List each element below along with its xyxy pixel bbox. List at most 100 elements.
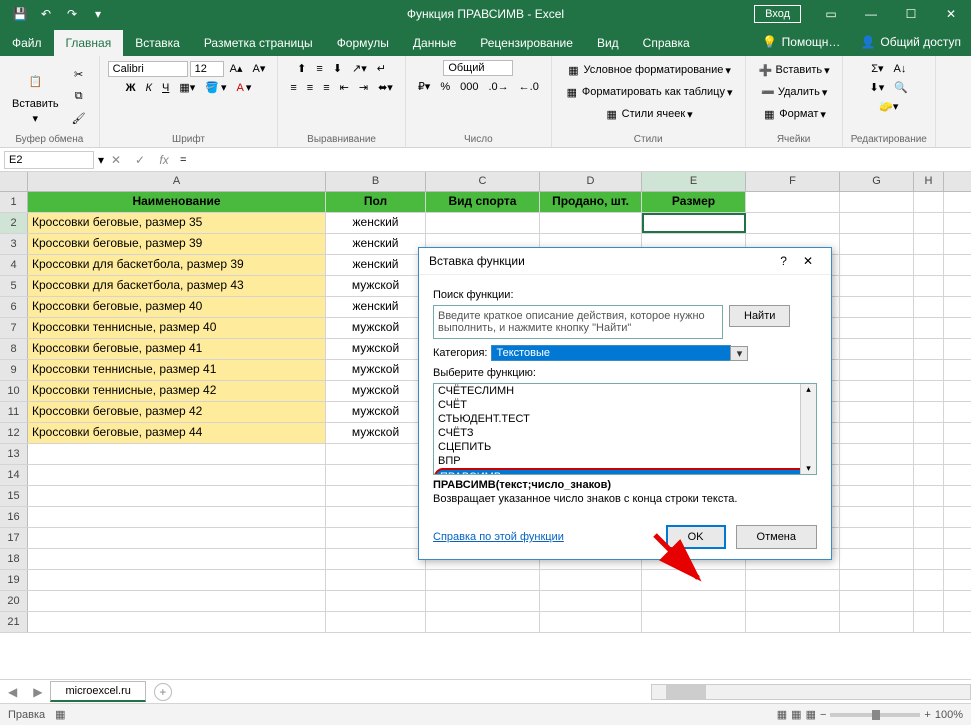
- tab-insert[interactable]: Вставка: [123, 30, 192, 56]
- cell[interactable]: женский: [326, 255, 426, 275]
- cell[interactable]: [840, 402, 914, 422]
- cell[interactable]: [914, 339, 944, 359]
- function-list-item[interactable]: СЧЁТЗ: [434, 426, 816, 440]
- cell[interactable]: [840, 444, 914, 464]
- cell[interactable]: Пол: [326, 192, 426, 212]
- row-header[interactable]: 21: [0, 612, 28, 632]
- row-header[interactable]: 18: [0, 549, 28, 569]
- cell[interactable]: Кроссовки беговые, размер 41: [28, 339, 326, 359]
- format-painter-button[interactable]: 🖌: [67, 108, 91, 128]
- cell[interactable]: [914, 549, 944, 569]
- row-header[interactable]: 11: [0, 402, 28, 422]
- cell[interactable]: Кроссовки для баскетбола, размер 39: [28, 255, 326, 275]
- cell[interactable]: [840, 507, 914, 527]
- row-header[interactable]: 20: [0, 591, 28, 611]
- bold-button[interactable]: Ж: [122, 80, 140, 96]
- align-right-button[interactable]: ≡: [319, 80, 333, 96]
- cancel-button[interactable]: Отмена: [736, 525, 817, 549]
- row-header[interactable]: 5: [0, 276, 28, 296]
- cell[interactable]: мужской: [326, 423, 426, 443]
- redo-icon[interactable]: ↷: [60, 2, 84, 26]
- cell[interactable]: [914, 297, 944, 317]
- cell[interactable]: [642, 612, 746, 632]
- cell[interactable]: Кроссовки теннисные, размер 40: [28, 318, 326, 338]
- underline-button[interactable]: Ч: [158, 80, 173, 96]
- cell[interactable]: [28, 444, 326, 464]
- cell[interactable]: Кроссовки беговые, размер 40: [28, 297, 326, 317]
- tab-help[interactable]: Справка: [631, 30, 702, 56]
- cell[interactable]: мужской: [326, 360, 426, 380]
- view-break-button[interactable]: ▦: [806, 708, 816, 721]
- autosum-button[interactable]: Σ▾: [867, 60, 887, 77]
- sheet-tab[interactable]: microexcel.ru: [50, 681, 145, 702]
- cell[interactable]: [28, 528, 326, 548]
- cell[interactable]: женский: [326, 297, 426, 317]
- cell[interactable]: [28, 549, 326, 569]
- login-button[interactable]: Вход: [754, 5, 801, 23]
- dialog-close-button[interactable]: ✕: [795, 254, 821, 268]
- decrease-decimal-button[interactable]: ←.0: [515, 79, 543, 95]
- cell[interactable]: [642, 591, 746, 611]
- function-list-scrollbar[interactable]: [800, 384, 816, 474]
- font-size-combo[interactable]: [190, 61, 224, 77]
- increase-font-button[interactable]: A▴: [226, 60, 247, 77]
- tab-home[interactable]: Главная: [54, 30, 124, 56]
- cell[interactable]: [840, 591, 914, 611]
- column-header-H[interactable]: H: [914, 172, 944, 191]
- row-header[interactable]: 9: [0, 360, 28, 380]
- row-header[interactable]: 14: [0, 465, 28, 485]
- column-header-C[interactable]: C: [426, 172, 540, 191]
- cell[interactable]: [914, 192, 944, 212]
- insert-cells-button[interactable]: ➕Вставить▾: [754, 60, 834, 80]
- cell[interactable]: [642, 213, 746, 233]
- column-header-G[interactable]: G: [840, 172, 914, 191]
- row-header[interactable]: 16: [0, 507, 28, 527]
- row-header[interactable]: 3: [0, 234, 28, 254]
- cell[interactable]: [914, 528, 944, 548]
- cell[interactable]: Кроссовки беговые, размер 39: [28, 234, 326, 254]
- find-button[interactable]: 🔍: [890, 79, 912, 96]
- cell[interactable]: [28, 507, 326, 527]
- row-header[interactable]: 19: [0, 570, 28, 590]
- cell[interactable]: [914, 591, 944, 611]
- row-header[interactable]: 6: [0, 297, 28, 317]
- percent-button[interactable]: %: [436, 79, 454, 95]
- row-header[interactable]: 2: [0, 213, 28, 233]
- cell[interactable]: мужской: [326, 318, 426, 338]
- cell[interactable]: [840, 318, 914, 338]
- column-header-B[interactable]: B: [326, 172, 426, 191]
- cell[interactable]: [840, 423, 914, 443]
- merge-button[interactable]: ⬌▾: [374, 79, 397, 96]
- cell[interactable]: [28, 570, 326, 590]
- cell-styles-button[interactable]: ▦Стили ячеек▾: [600, 104, 697, 124]
- copy-button[interactable]: ⧉: [67, 86, 91, 106]
- cell[interactable]: [840, 570, 914, 590]
- row-header[interactable]: 15: [0, 486, 28, 506]
- cell[interactable]: [540, 570, 642, 590]
- cell[interactable]: мужской: [326, 276, 426, 296]
- ok-button[interactable]: OK: [666, 525, 726, 549]
- cell[interactable]: [746, 612, 840, 632]
- cell[interactable]: [326, 570, 426, 590]
- cell[interactable]: [28, 486, 326, 506]
- format-cells-button[interactable]: ▦Формат▾: [757, 104, 830, 124]
- currency-button[interactable]: ₽▾: [414, 78, 435, 95]
- cell[interactable]: [914, 423, 944, 443]
- share-button[interactable]: 👤Общий доступ: [850, 28, 971, 56]
- cell[interactable]: мужской: [326, 402, 426, 422]
- tab-file[interactable]: Файл: [0, 30, 54, 56]
- cell[interactable]: [746, 213, 840, 233]
- minimize-icon[interactable]: —: [851, 0, 891, 28]
- view-layout-button[interactable]: ▦: [791, 708, 801, 721]
- cell[interactable]: [914, 360, 944, 380]
- cell[interactable]: Кроссовки для баскетбола, размер 43: [28, 276, 326, 296]
- zoom-in-button[interactable]: +: [924, 709, 930, 721]
- cell[interactable]: женский: [326, 213, 426, 233]
- comma-button[interactable]: 000: [456, 79, 482, 95]
- cell[interactable]: [746, 591, 840, 611]
- cell[interactable]: [840, 297, 914, 317]
- cell[interactable]: Кроссовки теннисные, размер 41: [28, 360, 326, 380]
- go-button[interactable]: Найти: [729, 305, 790, 327]
- cell[interactable]: [914, 318, 944, 338]
- cell[interactable]: [326, 591, 426, 611]
